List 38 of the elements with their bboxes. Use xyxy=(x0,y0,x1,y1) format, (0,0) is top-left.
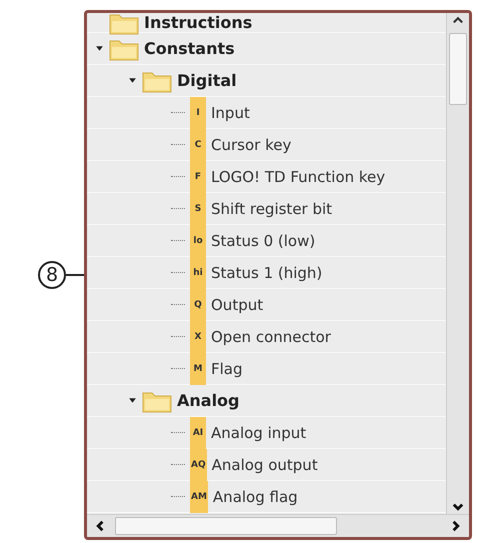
tree-item-label[interactable]: Status 0 (low) xyxy=(211,232,316,250)
tree-item-label[interactable]: Input xyxy=(211,104,250,122)
scroll-thumb[interactable] xyxy=(115,517,337,535)
tree-item-label[interactable]: Output xyxy=(211,296,264,314)
expand-caret-icon[interactable] xyxy=(95,44,104,53)
tree-folder-label[interactable]: Instructions xyxy=(144,13,252,32)
tree-item-label[interactable]: Cursor key xyxy=(211,136,292,154)
tree-item-label[interactable]: Flag xyxy=(211,360,243,378)
tree-item-label[interactable]: Shift register bit xyxy=(211,200,332,218)
scroll-thumb[interactable] xyxy=(449,33,467,105)
constant-badge: AM xyxy=(190,480,208,512)
constant-badge: lo xyxy=(190,224,206,256)
tree-folder-label[interactable]: Analog xyxy=(177,391,240,410)
expand-caret-icon[interactable] xyxy=(128,396,137,405)
tree-folder-label[interactable]: Constants xyxy=(144,39,235,58)
constant-badge: X xyxy=(190,320,206,352)
tree-item-label[interactable]: Analog flag xyxy=(212,488,298,506)
tree-item-label[interactable]: Analog input xyxy=(211,424,306,442)
tree-item-label[interactable]: Analog output xyxy=(212,456,318,474)
constant-badge: Q xyxy=(190,288,206,320)
constant-badge: hi xyxy=(190,256,206,288)
constant-badge: F xyxy=(190,160,206,192)
tree-item-label[interactable]: LOGO! TD Function key xyxy=(211,168,386,186)
tree-item-label[interactable]: Status 1 (high) xyxy=(211,264,322,282)
constant-badge: C xyxy=(190,128,206,160)
leader-line xyxy=(66,274,84,276)
tree-item-label[interactable]: Open connector xyxy=(211,328,331,346)
tree-folder-label[interactable]: Digital xyxy=(177,71,237,90)
horizontal-scrollbar[interactable] xyxy=(87,514,469,537)
expand-caret-icon[interactable] xyxy=(128,76,137,85)
constant-badge: AQ xyxy=(190,448,207,480)
constant-badge: M xyxy=(190,352,206,384)
constant-badge: AI xyxy=(190,416,206,448)
callout-number: 8 xyxy=(38,261,66,289)
constant-badge: I xyxy=(190,96,206,128)
vertical-scrollbar[interactable] xyxy=(446,13,469,514)
folder-icon xyxy=(109,13,139,34)
constant-badge: S xyxy=(190,192,206,224)
